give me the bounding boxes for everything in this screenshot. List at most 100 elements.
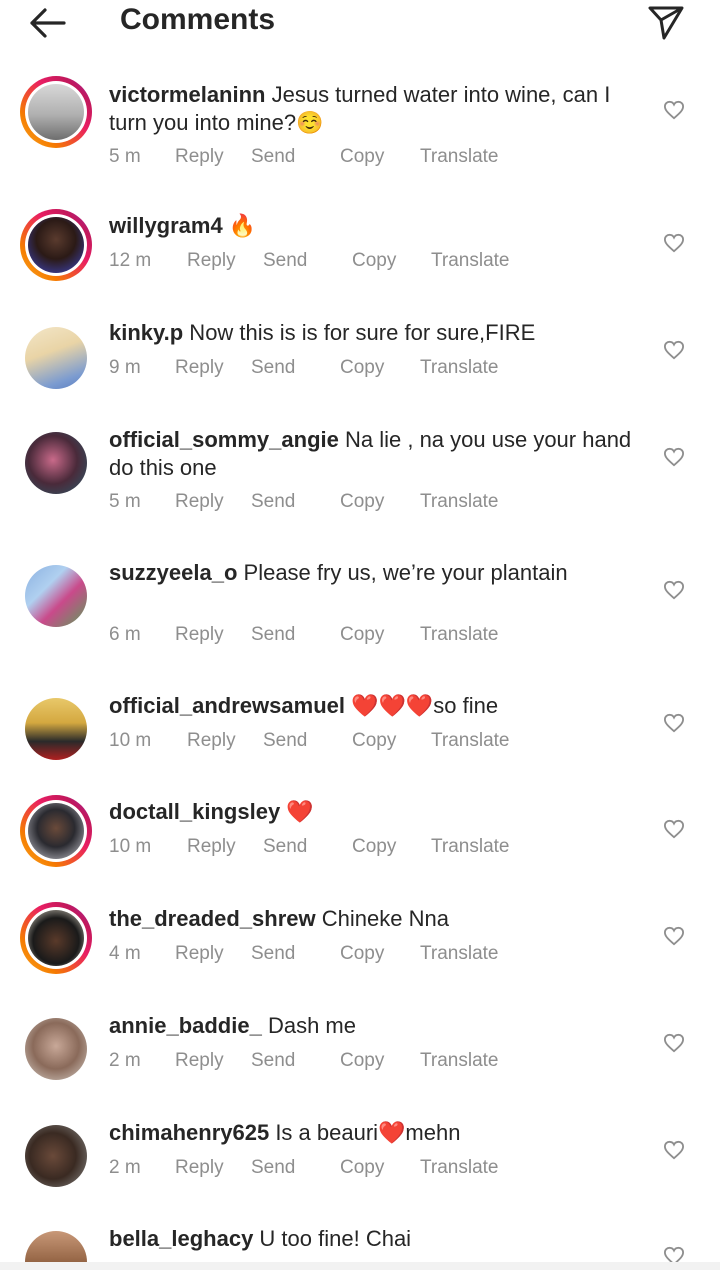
heart-icon[interactable]	[663, 926, 685, 946]
reply-button[interactable]: Reply	[175, 146, 224, 168]
heart-icon[interactable]	[663, 819, 685, 839]
heart-icon[interactable]	[663, 1033, 685, 1053]
share-button[interactable]	[646, 2, 686, 42]
comment-username[interactable]: kinky.p	[109, 320, 183, 345]
heart-icon[interactable]	[663, 1140, 685, 1160]
reply-button[interactable]: Reply	[175, 943, 224, 965]
comment-username[interactable]: victormelaninn	[109, 82, 265, 107]
comment-body: Dash me	[261, 1013, 356, 1038]
comment-body: Chineke Nna	[315, 906, 449, 931]
comment-item: willygram4 🔥 12 m Reply Send Copy Transl…	[0, 209, 720, 289]
send-button[interactable]: Send	[263, 250, 307, 272]
comment-text: doctall_kingsley ❤️	[109, 798, 639, 826]
send-button[interactable]: Send	[251, 357, 295, 379]
comment-username[interactable]: official_andrewsamuel	[109, 693, 345, 718]
comment-username[interactable]: doctall_kingsley	[109, 799, 280, 824]
comment-text: bella_leghacy U too fine! Chai	[109, 1225, 639, 1253]
translate-button[interactable]: Translate	[431, 250, 510, 272]
send-button[interactable]: Send	[251, 146, 295, 168]
send-button[interactable]: Send	[251, 1050, 295, 1072]
send-button[interactable]: Send	[251, 491, 295, 513]
avatar[interactable]	[20, 427, 92, 499]
translate-button[interactable]: Translate	[420, 1157, 499, 1179]
reply-button[interactable]: Reply	[187, 250, 236, 272]
translate-button[interactable]: Translate	[420, 943, 499, 965]
heart-icon[interactable]	[663, 340, 685, 360]
comment-time: 5 m	[109, 491, 141, 512]
comment-text: victormelaninn Jesus turned water into w…	[109, 81, 639, 137]
avatar[interactable]	[20, 1226, 92, 1262]
reply-button[interactable]: Reply	[175, 624, 224, 646]
send-button[interactable]: Send	[251, 624, 295, 646]
send-button[interactable]: Send	[263, 836, 307, 858]
translate-button[interactable]: Translate	[431, 730, 510, 752]
copy-button[interactable]: Copy	[340, 1157, 384, 1179]
copy-button[interactable]: Copy	[340, 357, 384, 379]
comment-username[interactable]: the_dreaded_shrew	[109, 906, 316, 931]
comment-time: 9 m	[109, 357, 141, 378]
copy-button[interactable]: Copy	[352, 730, 396, 752]
reply-button[interactable]: Reply	[175, 1157, 224, 1179]
comment-time: 12 m	[109, 250, 152, 271]
translate-button[interactable]: Translate	[420, 146, 499, 168]
arrow-left-icon	[30, 8, 66, 38]
comment-text: official_andrewsamuel ❤️❤️❤️so fine	[109, 692, 639, 720]
comment-text: the_dreaded_shrew Chineke Nna	[109, 905, 639, 933]
copy-button[interactable]: Copy	[340, 491, 384, 513]
paper-plane-icon	[648, 6, 684, 40]
send-button[interactable]: Send	[263, 730, 307, 752]
avatar[interactable]	[20, 902, 92, 974]
heart-icon[interactable]	[663, 713, 685, 733]
translate-button[interactable]: Translate	[420, 491, 499, 513]
comment-username[interactable]: annie_baddie_	[109, 1013, 262, 1038]
translate-button[interactable]: Translate	[420, 1050, 499, 1072]
send-button[interactable]: Send	[251, 1157, 295, 1179]
comment-time: 10 m	[109, 730, 152, 751]
copy-button[interactable]: Copy	[340, 624, 384, 646]
copy-button[interactable]: Copy	[352, 836, 396, 858]
avatar[interactable]	[20, 795, 92, 867]
avatar[interactable]	[20, 209, 92, 281]
copy-button[interactable]: Copy	[352, 250, 396, 272]
comment-username[interactable]: official_sommy_angie	[109, 427, 339, 452]
comment-body: Please fry us, we’re your plantain	[237, 560, 568, 585]
page-title: Comments	[120, 3, 276, 36]
comment-username[interactable]: willygram4	[109, 213, 223, 238]
translate-button[interactable]: Translate	[431, 836, 510, 858]
copy-button[interactable]: Copy	[340, 943, 384, 965]
comment-body: Is a beauri❤️mehn	[269, 1120, 461, 1145]
comment-body: 🔥	[222, 213, 257, 238]
back-button[interactable]	[28, 6, 68, 40]
heart-icon[interactable]	[663, 580, 685, 600]
translate-button[interactable]: Translate	[420, 624, 499, 646]
comment-username[interactable]: chimahenry625	[109, 1120, 269, 1145]
heart-icon[interactable]	[663, 1246, 685, 1262]
reply-button[interactable]: Reply	[175, 491, 224, 513]
comment-text: suzzyeela_o Please fry us, we’re your pl…	[109, 559, 639, 587]
translate-button[interactable]: Translate	[420, 357, 499, 379]
avatar[interactable]	[20, 1013, 92, 1085]
heart-icon[interactable]	[663, 100, 685, 120]
avatar[interactable]	[20, 693, 92, 765]
copy-button[interactable]: Copy	[340, 146, 384, 168]
comment-item: official_sommy_angie Na lie , na you use…	[0, 423, 720, 523]
reply-button[interactable]: Reply	[187, 730, 236, 752]
avatar[interactable]	[20, 322, 92, 394]
comment-time: 5 m	[109, 146, 141, 167]
avatar[interactable]	[20, 560, 92, 632]
send-button[interactable]: Send	[251, 943, 295, 965]
comment-item: the_dreaded_shrew Chineke Nna 4 m Reply …	[0, 902, 720, 982]
copy-button[interactable]: Copy	[340, 1050, 384, 1072]
reply-button[interactable]: Reply	[175, 357, 224, 379]
avatar[interactable]	[20, 76, 92, 148]
comment-username[interactable]: suzzyeela_o	[109, 560, 237, 585]
heart-icon[interactable]	[663, 447, 685, 467]
comment-body: ❤️❤️❤️so fine	[344, 693, 499, 718]
comment-text: kinky.p Now this is is for sure for sure…	[109, 319, 639, 347]
comment-text: official_sommy_angie Na lie , na you use…	[109, 426, 639, 482]
reply-button[interactable]: Reply	[175, 1050, 224, 1072]
avatar[interactable]	[20, 1120, 92, 1192]
heart-icon[interactable]	[663, 233, 685, 253]
comment-username[interactable]: bella_leghacy	[109, 1226, 253, 1251]
reply-button[interactable]: Reply	[187, 836, 236, 858]
